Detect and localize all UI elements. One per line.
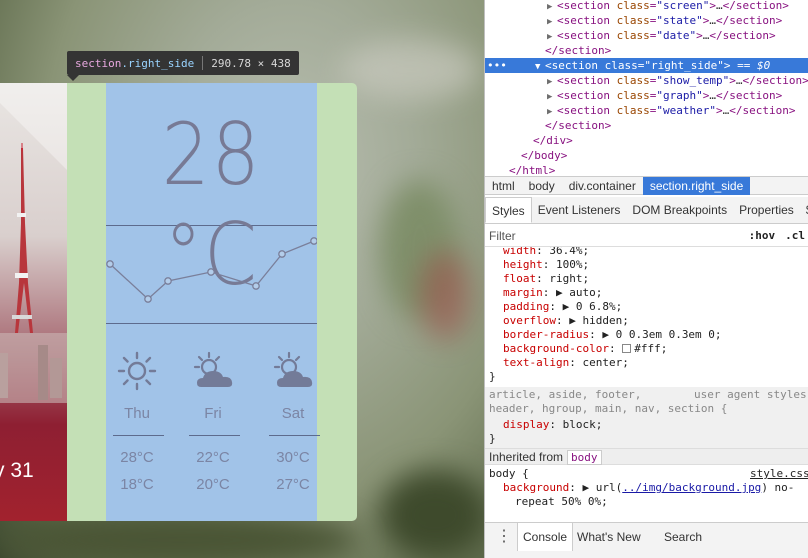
elements-tree: ▶ <section class="screen">…</section> ▶ <se… xyxy=(485,0,808,177)
tooltip-class: .right_side xyxy=(121,56,195,70)
tooltip-tag: section xyxy=(75,56,122,70)
css-declaration[interactable]: background: ▶ url(../img/background.jpg)… xyxy=(503,481,794,495)
dom-node[interactable]: </section> xyxy=(485,118,808,133)
tab-styles[interactable]: Styles xyxy=(485,197,532,223)
styles-filter-bar: Filter :hov .cl xyxy=(485,225,808,247)
css-declaration[interactable]: float: right; xyxy=(503,272,589,286)
tab-more[interactable]: $sc xyxy=(800,197,808,223)
dom-node[interactable]: ▶ <section class="state">…</section> xyxy=(485,13,808,28)
tab-whats-new[interactable]: What's New xyxy=(572,523,646,551)
css-declaration[interactable]: width: 36.4%; xyxy=(503,247,589,258)
css-declaration[interactable]: text-align: center; xyxy=(503,356,629,370)
graph-point xyxy=(144,295,152,303)
drawer-menu-icon[interactable]: ⋮ xyxy=(491,523,517,551)
forecast-day-sat: Sat 30°C 27°C xyxy=(262,325,324,521)
console-drawer: ⋮ Console What's New Search xyxy=(485,522,808,558)
breadcrumb-html[interactable]: html xyxy=(485,177,522,195)
tab-search[interactable]: Search xyxy=(659,523,707,551)
sun-icon xyxy=(111,349,163,393)
forecast-day-fri: Fri 22°C 20°C xyxy=(182,325,244,521)
breadcrumb-div-container[interactable]: div.container xyxy=(562,177,643,195)
rule-close[interactable]: } xyxy=(489,370,496,384)
right-side-section: 28 °C Thu 28°C 18°C Fri 22°C 20°C Sat 30… xyxy=(67,83,357,521)
css-declaration[interactable]: height: 100%; xyxy=(503,258,589,272)
devtools-panel: ▶ <section class="screen">…</section> ▶ <se… xyxy=(484,0,808,558)
forecast-day-name: Sat xyxy=(281,405,305,422)
class-toggle-button[interactable]: .cl xyxy=(785,229,805,242)
dom-node[interactable]: </body> xyxy=(485,148,808,163)
styles-pane: width: 36.4%; height: 100%; float: right; m… xyxy=(485,247,808,521)
css-declaration[interactable]: display: block; xyxy=(503,418,602,432)
rule-close[interactable]: } xyxy=(489,432,496,446)
tab-event-listeners[interactable]: Event Listeners xyxy=(532,197,627,223)
forecast-high: 28°C xyxy=(120,449,154,466)
sidebar-tabs: Styles Event Listeners DOM Breakpoints P… xyxy=(485,197,808,224)
weather-section: Thu 28°C 18°C Fri 22°C 20°C Sat 30°C 27°… xyxy=(106,325,320,521)
ua-label[interactable]: user agent styles xyxy=(694,388,807,402)
forecast-low: 18°C xyxy=(120,476,154,493)
graph-point xyxy=(106,260,114,268)
css-declaration[interactable]: background-color: #fff; xyxy=(503,342,667,356)
tooltip-size: 290.78 × 438 xyxy=(211,56,291,70)
ua-selector[interactable]: header, hgroup, main, nav, section { xyxy=(489,402,727,416)
css-declaration[interactable]: border-radius: ▶ 0 0.3em 0.3em 0; xyxy=(503,328,722,342)
date-panel: y 31 xyxy=(0,83,67,521)
forecast-divider xyxy=(113,435,164,436)
forecast-day-name: Fri xyxy=(204,405,222,422)
date-label: y 31 xyxy=(0,459,34,482)
weather-app: y 31 28 °C xyxy=(0,83,357,521)
body-selector[interactable]: body { xyxy=(489,467,529,481)
partly-cloudy-icon xyxy=(187,349,239,393)
dom-node-selected[interactable]: ••• ▼ <section class="right_side"> == $0 xyxy=(485,58,808,73)
css-declaration[interactable]: padding: ▶ 0 6.8%; xyxy=(503,300,622,314)
dom-node[interactable]: ▶ <section class="weather">…</section> xyxy=(485,103,808,118)
graph-point xyxy=(278,250,286,258)
partly-cloudy-icon xyxy=(267,349,319,393)
dom-node[interactable]: </section> xyxy=(485,43,808,58)
tab-console[interactable]: Console xyxy=(517,523,574,551)
breadcrumb-section-right-side[interactable]: section.right_side xyxy=(642,176,751,195)
dom-node[interactable]: ▶ <section class="screen">…</section> xyxy=(485,0,808,13)
graph-point xyxy=(252,282,260,290)
breadcrumb-body[interactable]: body xyxy=(522,177,562,195)
forecast-high: 30°C xyxy=(276,449,310,466)
forecast-low: 20°C xyxy=(196,476,230,493)
temperature-graph xyxy=(106,237,318,303)
dom-node[interactable]: ▶ <section class="graph">…</section> xyxy=(485,88,808,103)
hover-state-button[interactable]: :hov xyxy=(749,229,776,242)
forecast-high: 22°C xyxy=(196,449,230,466)
inherited-header: Inherited from body xyxy=(485,448,808,465)
show-temp-section: 28 °C xyxy=(106,83,317,305)
graph-point xyxy=(207,268,215,276)
forecast-divider xyxy=(189,435,240,436)
page-viewport: y 31 28 °C xyxy=(0,0,484,558)
dom-node[interactable]: </div> xyxy=(485,133,808,148)
forecast-day-thu: Thu 28°C 18°C xyxy=(106,325,168,521)
inspect-tooltip: section .right_side 290.78 × 438 xyxy=(67,51,299,81)
css-declaration[interactable]: overflow: ▶ hidden; xyxy=(503,314,629,328)
graph-point xyxy=(164,277,172,285)
right-side-content: 28 °C Thu 28°C 18°C Fri 22°C 20°C Sat 30… xyxy=(106,83,320,521)
dom-node[interactable]: ▶ <section class="date">…</section> xyxy=(485,28,808,43)
graph-section xyxy=(106,226,318,324)
forecast-low: 27°C xyxy=(276,476,310,493)
color-swatch xyxy=(622,344,632,353)
filter-input[interactable]: Filter xyxy=(489,229,516,243)
tooltip-separator xyxy=(202,56,204,70)
dom-node[interactable]: ▶ <section class="show_temp">…</section> xyxy=(485,73,808,88)
ua-selector[interactable]: article, aside, footer, xyxy=(489,388,641,402)
breadcrumb: html body div.container section.right_si… xyxy=(485,176,808,195)
graph-point xyxy=(310,237,318,245)
tab-dom-breakpoints[interactable]: DOM Breakpoints xyxy=(626,197,733,223)
stylesheet-link[interactable]: style.css xyxy=(750,467,808,481)
tab-properties[interactable]: Properties xyxy=(733,197,800,223)
css-declaration[interactable]: margin: ▶ auto; xyxy=(503,286,602,300)
forecast-day-name: Thu xyxy=(124,405,150,422)
css-declaration-cont[interactable]: repeat 50% 0%; xyxy=(515,495,608,509)
tokyo-tower-image xyxy=(0,143,67,403)
forecast-divider xyxy=(269,435,320,436)
